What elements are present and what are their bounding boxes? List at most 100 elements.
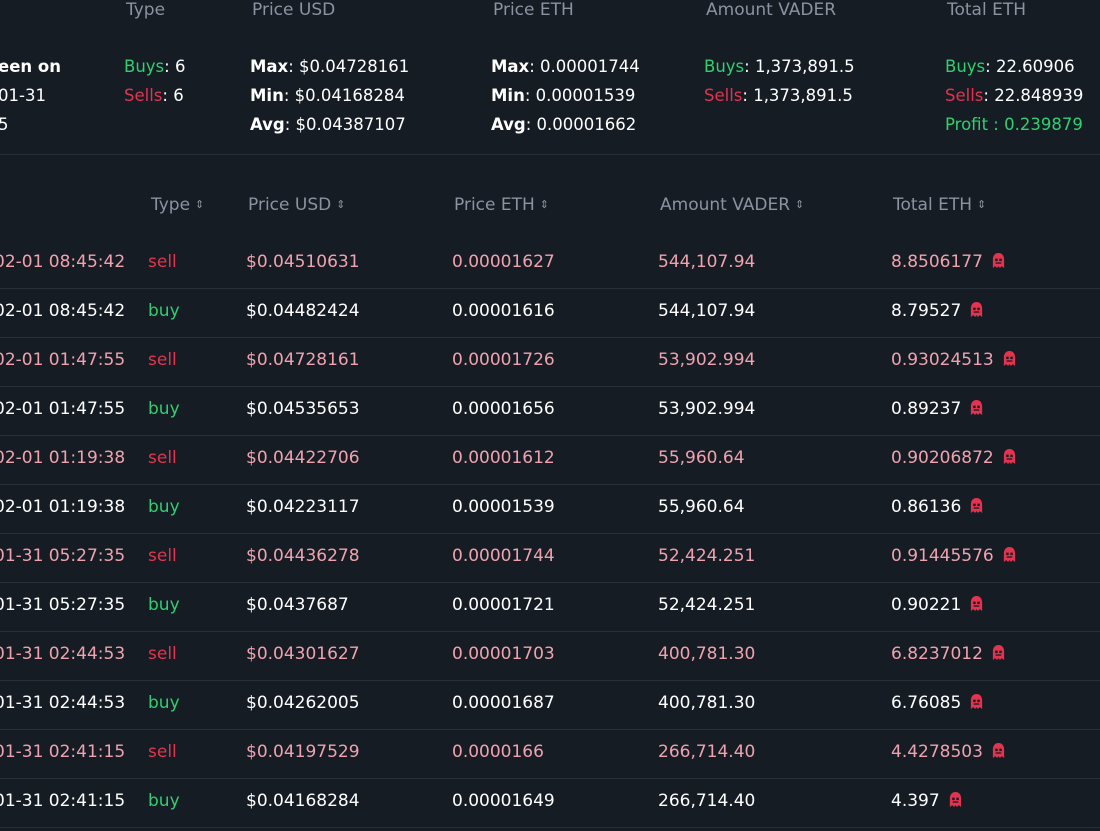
ghost-icon[interactable] (991, 644, 1006, 661)
cell-price-eth: 0.00001687 (452, 693, 555, 713)
table-row[interactable]: 02-01 01:19:38 sell $0.04422706 0.00001612 5… (0, 435, 1100, 485)
cell-price-eth: 0.00001656 (452, 399, 555, 419)
sort-icon[interactable]: ⇕ (336, 198, 345, 211)
cell-amount-vader: 266,714.40 (658, 742, 756, 762)
cell-total-eth: 0.93024513 (891, 350, 1017, 370)
sort-icon[interactable]: ⇕ (977, 198, 986, 211)
cell-time: 01-31 02:41:15 (0, 742, 126, 762)
cell-time: 02-01 01:19:38 (0, 448, 126, 468)
summary-total-buys-label: Buys (945, 57, 986, 76)
cell-time: 02-01 08:45:42 (0, 252, 126, 272)
cell-type: buy (148, 399, 180, 419)
sort-icon[interactable]: ⇕ (795, 198, 804, 211)
cell-type: sell (148, 644, 177, 664)
summary-usd-max-value: : $0.04728161 (288, 57, 410, 76)
cell-price-eth: 0.00001726 (452, 350, 555, 370)
cell-total-eth-value: 6.8237012 (891, 644, 983, 664)
cell-time: 02-01 01:19:38 (0, 497, 126, 517)
column-header-price-eth[interactable]: Price ETH ⇕ (454, 195, 549, 215)
summary-eth-avg-value: : 0.00001662 (525, 115, 637, 134)
cell-time: 02-01 01:47:55 (0, 399, 126, 419)
table-row[interactable]: 01-31 02:41:15 buy $0.04168284 0.00001649 26… (0, 778, 1100, 828)
ghost-icon[interactable] (969, 595, 984, 612)
cell-total-eth: 6.8237012 (891, 644, 1006, 664)
column-header-amount-vader[interactable]: Amount VADER ⇕ (660, 195, 804, 215)
cell-total-eth-value: 4.4278503 (891, 742, 983, 762)
cell-type: buy (148, 693, 180, 713)
ghost-icon[interactable] (1002, 448, 1017, 465)
summary-eth-min-label: Min (491, 86, 525, 105)
ghost-icon[interactable] (991, 252, 1006, 269)
table-row[interactable]: 02-01 01:19:38 buy $0.04223117 0.00001539 55… (0, 484, 1100, 534)
cell-time: 02-01 01:47:55 (0, 350, 126, 370)
summary-eth-min-value: : 0.00001539 (524, 86, 636, 105)
cell-type: sell (148, 252, 177, 272)
cell-amount-vader: 266,714.40 (658, 791, 756, 811)
cell-time: 01-31 05:27:35 (0, 546, 126, 566)
cell-total-eth: 0.90206872 (891, 448, 1017, 468)
table-row[interactable]: 02-01 08:45:42 buy $0.04482424 0.00001616 54… (0, 288, 1100, 338)
ghost-icon[interactable] (1002, 546, 1017, 563)
cell-amount-vader: 52,424.251 (658, 546, 756, 566)
summary-total-sells: Sells: 22.848939 (945, 86, 1083, 105)
column-header-total-eth[interactable]: Total ETH ⇕ (893, 195, 986, 215)
summary-eth-avg-label: Avg (491, 115, 526, 134)
cell-amount-vader: 400,781.30 (658, 644, 756, 664)
cell-type: sell (148, 742, 177, 762)
cell-price-usd: $0.04510631 (246, 252, 360, 272)
cell-price-eth: 0.00001744 (452, 546, 555, 566)
cell-type: sell (148, 350, 177, 370)
table-row[interactable]: 01-31 02:41:15 sell $0.04197529 0.0000166 26… (0, 729, 1100, 779)
cell-price-usd: $0.0437687 (246, 595, 349, 615)
summary-header-type: Type (126, 0, 166, 20)
cell-total-eth: 0.89237 (891, 399, 984, 419)
table-row[interactable]: 01-31 05:27:35 buy $0.0437687 0.00001721 52,… (0, 582, 1100, 632)
summary-usd-avg-label: Avg (250, 115, 285, 134)
summary-type-sells-value: : 6 (162, 86, 184, 105)
summary-eth-max: Max: 0.00001744 (491, 57, 640, 76)
column-header-type[interactable]: Type ⇕ (151, 195, 204, 215)
table-row[interactable]: 01-31 05:27:35 sell $0.04436278 0.00001744 5… (0, 533, 1100, 583)
summary-usd-max-label: Max (250, 57, 289, 76)
cell-amount-vader: 544,107.94 (658, 252, 756, 272)
table-row[interactable]: 02-01 08:45:42 sell $0.04510631 0.00001627 5… (0, 239, 1100, 289)
sort-icon[interactable]: ⇕ (540, 198, 549, 211)
column-header-price-usd[interactable]: Price USD ⇕ (248, 195, 345, 215)
cell-time: 01-31 02:41:15 (0, 791, 126, 811)
ghost-icon[interactable] (969, 497, 984, 514)
table-row[interactable]: 02-01 01:47:55 buy $0.04535653 0.00001656 53… (0, 386, 1100, 436)
summary-usd-min-label: Min (250, 86, 284, 105)
table-row[interactable]: 01-31 02:44:53 sell $0.04301627 0.00001703 4… (0, 631, 1100, 681)
cell-total-eth-value: 4.397 (891, 791, 940, 811)
ghost-icon[interactable] (969, 693, 984, 710)
cell-type: buy (148, 595, 180, 615)
summary-first-col-line-3: 5 (0, 115, 9, 134)
summary-type-sells: Sells: 6 (124, 86, 184, 105)
ghost-icon[interactable] (969, 399, 984, 416)
cell-total-eth: 4.4278503 (891, 742, 1006, 762)
summary-total-buys: Buys: 22.60906 (945, 57, 1075, 76)
cell-price-eth: 0.00001649 (452, 791, 555, 811)
ghost-icon[interactable] (1002, 350, 1017, 367)
table-row[interactable]: 02-01 01:47:55 sell $0.04728161 0.00001726 5… (0, 337, 1100, 387)
cell-type: buy (148, 301, 180, 321)
ghost-icon[interactable] (948, 791, 963, 808)
summary-type-sells-label: Sells (124, 86, 163, 105)
cell-total-eth: 0.86136 (891, 497, 984, 517)
table-row[interactable]: 01-31 02:44:53 buy $0.04262005 0.00001687 40… (0, 680, 1100, 730)
cell-time: 01-31 02:44:53 (0, 693, 126, 713)
cell-total-eth: 4.397 (891, 791, 963, 811)
cell-total-eth-value: 0.89237 (891, 399, 962, 419)
cell-type: buy (148, 791, 180, 811)
sort-icon[interactable]: ⇕ (195, 198, 204, 211)
cell-amount-vader: 53,902.994 (658, 350, 756, 370)
ghost-icon[interactable] (991, 742, 1006, 759)
summary-vader-buys: Buys: 1,373,891.5 (704, 57, 855, 76)
summary-type-buys-value: : 6 (164, 57, 186, 76)
cell-type: sell (148, 448, 177, 468)
summary-first-col-line-2: 01-31 (0, 86, 46, 105)
cell-total-eth-value: 0.93024513 (891, 350, 994, 370)
ghost-icon[interactable] (969, 301, 984, 318)
cell-price-usd: $0.04436278 (246, 546, 360, 566)
cell-time: 01-31 02:44:53 (0, 644, 126, 664)
